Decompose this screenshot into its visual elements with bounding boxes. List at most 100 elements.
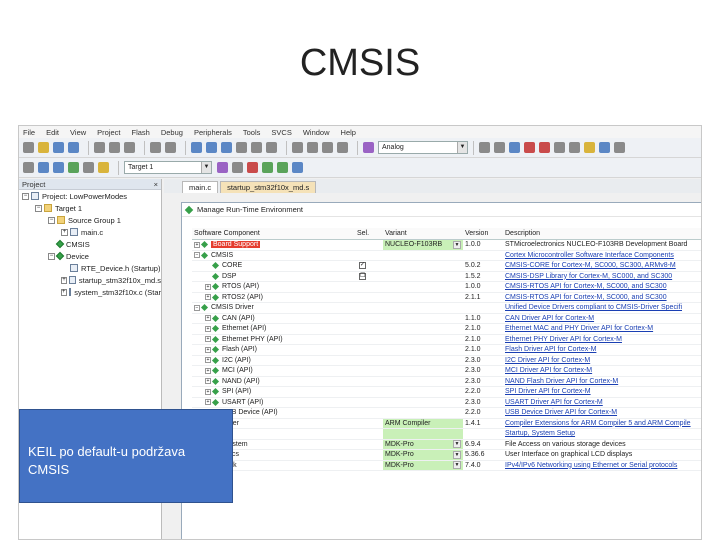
undo-icon[interactable] (150, 142, 161, 153)
expand-icon[interactable]: + (205, 315, 211, 322)
select-checkbox[interactable]: ☐ (359, 272, 366, 280)
menu-item[interactable]: Peripherals (194, 128, 232, 137)
description-link[interactable]: USB Device Driver API for Cortex-M (505, 409, 617, 416)
expand-icon[interactable]: + (61, 228, 68, 236)
menu-item[interactable]: Flash (132, 128, 150, 137)
redo-icon[interactable] (165, 142, 176, 153)
description-link[interactable]: CAN Driver API for Cortex-M (505, 315, 594, 322)
column-header-component[interactable]: Software Component (192, 228, 355, 239)
copy-icon[interactable] (109, 142, 120, 153)
description-cell[interactable]: USB Device Driver API for Cortex-M (503, 408, 701, 418)
description-link[interactable]: IPv4/IPv6 Networking using Ethernet or S… (505, 462, 677, 469)
description-link[interactable]: CMSIS-RTOS API for Cortex-M, SC000, and … (505, 294, 667, 301)
description-link[interactable]: CMSIS-RTOS API for Cortex-M, SC000, and … (505, 283, 667, 290)
column-header-variant[interactable]: Variant (383, 228, 463, 239)
chevron-down-icon[interactable]: ▼ (453, 240, 461, 249)
breakpoint-disable-icon[interactable] (554, 142, 565, 153)
nav-forward-icon[interactable] (206, 142, 217, 153)
table-row[interactable]: +NetworkMDK-Pro▼7.4.0IPv4/IPv6 Networkin… (192, 460, 701, 471)
manage-components-icon[interactable] (247, 162, 258, 173)
description-cell[interactable]: CMSIS-RTOS API for Cortex-M, SC000, and … (503, 293, 701, 303)
tree-item[interactable]: + main.c (19, 226, 161, 238)
table-row[interactable]: CORE ✓ 5.0.2 CMSIS-CORE for Cortex-M, SC000… (192, 261, 701, 272)
collapse-icon[interactable]: − (48, 216, 55, 224)
table-row[interactable]: + Board Support NUCLEO-F103RB ▼ 1.0.0 STMicro… (192, 240, 701, 251)
description-cell[interactable]: USART Driver API for Cortex-M (503, 398, 701, 408)
description-link[interactable]: Flash Driver API for Cortex-M (505, 346, 596, 353)
incremental-find-icon[interactable] (494, 142, 505, 153)
description-link[interactable]: Ethernet PHY Driver API for Cortex-M (505, 336, 622, 343)
window-layout-icon[interactable] (584, 142, 595, 153)
description-cell[interactable]: NAND Flash Driver API for Cortex-M (503, 377, 701, 387)
stop-build-icon[interactable] (83, 162, 94, 173)
description-cell[interactable]: Cortex Microcontroller Software Interfac… (503, 251, 701, 261)
rebuild-icon[interactable] (53, 162, 64, 173)
description-link[interactable]: I2C Driver API for Cortex-M (505, 357, 590, 364)
bookmark-next-icon[interactable] (251, 142, 262, 153)
menu-item[interactable]: File (23, 128, 35, 137)
expand-icon[interactable]: + (205, 367, 211, 374)
indent-icon[interactable] (292, 142, 303, 153)
description-cell[interactable]: MCI Driver API for Cortex-M (503, 366, 701, 376)
table-row[interactable]: +USB Device (API)2.2.0USB Device Driver … (192, 408, 701, 419)
table-row[interactable]: +DeviceStartup, System Setup (192, 429, 701, 440)
description-cell[interactable]: Ethernet PHY Driver API for Cortex-M (503, 335, 701, 345)
menu-item[interactable]: Project (97, 128, 120, 137)
table-row[interactable]: + RTOS (API) 1.0.0 CMSIS-RTOS API for Corte… (192, 282, 701, 293)
tree-item[interactable]: − Project: LowPowerModes (19, 190, 161, 202)
description-link[interactable]: Ethernet MAC and PHY Driver API for Cort… (505, 325, 653, 332)
tree-item[interactable]: + system_stm32f10x.c (Star (19, 286, 161, 298)
target-options-icon[interactable] (217, 162, 228, 173)
expand-icon[interactable]: + (194, 241, 200, 248)
tree-item[interactable]: + startup_stm32f10x_md.s (19, 274, 161, 286)
wrench-icon[interactable] (614, 142, 625, 153)
expand-icon[interactable]: + (205, 378, 211, 385)
table-row[interactable]: + Flash (API) 2.1.0 Flash Driver API for Co… (192, 345, 701, 356)
table-row[interactable]: − CMSIS Cortex Microcontroller Software In… (192, 251, 701, 261)
expand-icon[interactable]: + (205, 346, 211, 353)
expand-icon[interactable]: + (205, 325, 211, 332)
expand-icon[interactable]: + (61, 276, 68, 284)
tree-item[interactable]: − Device (19, 250, 161, 262)
table-row[interactable]: +CompilerARM Compiler1.4.1Compiler Exten… (192, 418, 701, 429)
unindent-icon[interactable] (307, 142, 318, 153)
menu-item[interactable]: Edit (46, 128, 59, 137)
chevron-down-icon[interactable]: ▼ (201, 162, 211, 173)
column-header-sel[interactable]: Sel. (355, 228, 383, 239)
description-cell[interactable]: CMSIS-DSP Library for Cortex-M, SC000, a… (503, 272, 701, 282)
target-select[interactable]: Target 1 ▼ (124, 161, 212, 174)
select-packs-icon[interactable] (292, 162, 303, 173)
expand-icon[interactable]: + (205, 336, 211, 343)
collapse-icon[interactable]: − (48, 252, 55, 260)
description-cell[interactable]: Compiler Extensions for ARM Compiler 5 a… (503, 419, 701, 429)
tree-item[interactable]: CMSIS (19, 238, 161, 250)
table-row[interactable]: + NAND (API) 2.3.0 NAND Flash Driver API fo… (192, 377, 701, 387)
description-link[interactable]: Startup, System Setup (505, 430, 575, 437)
description-link[interactable]: Unified Device Drivers compliant to CMSI… (505, 304, 682, 311)
bookmark-clear-icon[interactable] (266, 142, 277, 153)
breakpoint-icon[interactable] (539, 142, 550, 153)
file-extensions-icon[interactable] (232, 162, 243, 173)
description-cell[interactable]: SPI Driver API for Cortex-M (503, 387, 701, 397)
description-link[interactable]: Cortex Microcontroller Software Interfac… (505, 252, 674, 259)
description-cell[interactable]: Ethernet MAC and PHY Driver API for Cort… (503, 324, 701, 334)
expand-icon[interactable]: + (205, 294, 211, 301)
uncomment-icon[interactable] (337, 142, 348, 153)
table-row[interactable]: +GraphicsMDK-Pro▼5.36.6User Interface on… (192, 450, 701, 461)
close-icon[interactable]: × (154, 180, 158, 189)
description-cell[interactable]: CMSIS-CORE for Cortex-M, SC000, SC300, A… (503, 261, 701, 271)
bookmark-icon[interactable] (221, 142, 232, 153)
table-row[interactable]: − CMSIS Driver Unified Device Drivers comp… (192, 303, 701, 314)
table-row[interactable]: + RTOS2 (API) 2.1.1 CMSIS-RTOS API for Cort… (192, 293, 701, 303)
search-icon[interactable] (509, 142, 520, 153)
description-cell[interactable]: CMSIS-RTOS API for Cortex-M, SC000, and … (503, 282, 701, 292)
description-link[interactable]: CMSIS-CORE for Cortex-M, SC000, SC300, A… (505, 262, 676, 269)
description-link[interactable]: Compiler Extensions for ARM Compiler 5 a… (505, 420, 691, 427)
collapse-icon[interactable]: − (22, 192, 29, 200)
description-cell[interactable]: Flash Driver API for Cortex-M (503, 345, 701, 355)
build-icon[interactable] (38, 162, 49, 173)
table-row[interactable]: DSP ☐ 1.5.2 CMSIS-DSP Library for Cortex-M,… (192, 272, 701, 282)
pack-installer-icon[interactable] (277, 162, 288, 173)
chevron-down-icon[interactable]: ▼ (457, 142, 467, 153)
new-file-icon[interactable] (23, 142, 34, 153)
